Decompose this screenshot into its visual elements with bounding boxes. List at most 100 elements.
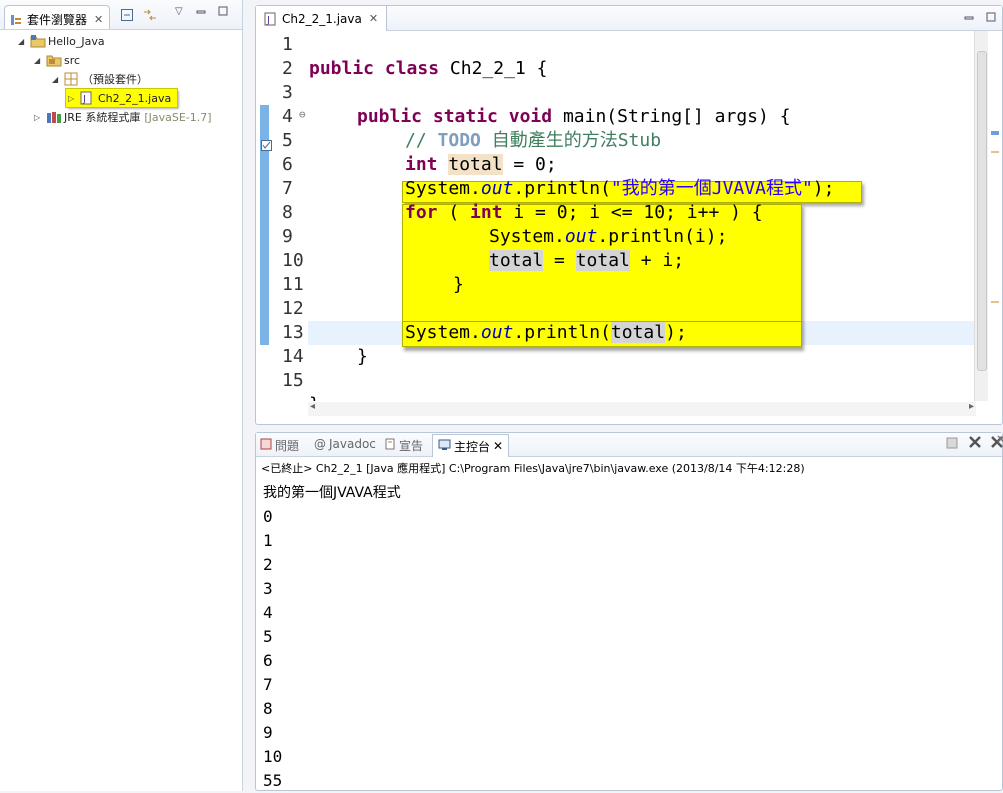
console-process-info: <已終止> Ch2_2_1 [Java 應用程式] C:\Program Fil… — [261, 462, 805, 475]
line-number: 10 — [282, 250, 304, 271]
console-line: 10 — [263, 747, 283, 766]
code-line-9: System.out.println(i); — [489, 226, 728, 247]
overview-marker[interactable] — [991, 151, 999, 153]
highlighted-file[interactable]: ▷ J Ch2_2_1.java — [64, 88, 179, 108]
java-file-label: Ch2_2_1.java — [98, 91, 172, 105]
tab-package-explorer-label: 套件瀏覽器 — [27, 13, 88, 27]
overview-marker[interactable] — [991, 131, 999, 135]
console-line: 2 — [263, 555, 273, 574]
tree-item-jre[interactable]: ▷ JRE 系統程式庫 [JavaSE-1.7] — [34, 108, 212, 126]
maximize-icon[interactable] — [986, 11, 996, 25]
code-line-8: for ( int i = 0; i <= 10; i++ ) { — [405, 202, 763, 223]
code-line-6: int total = 0; — [405, 154, 557, 175]
overview-marker[interactable] — [991, 301, 999, 303]
source-folder-icon — [46, 53, 62, 67]
tab-javadoc-label: Javadoc — [329, 437, 376, 451]
console-icon — [438, 439, 451, 454]
line-number: 9 — [282, 226, 293, 247]
line-number: 1 — [282, 34, 293, 55]
close-icon[interactable]: ✕ — [94, 13, 103, 26]
view-menu-icon[interactable]: ▽ — [175, 6, 183, 17]
task-marker-icon[interactable] — [261, 135, 272, 156]
console-output[interactable]: 我的第一個JVAVA程式 0 1 2 3 4 5 6 7 8 9 10 55 — [263, 481, 401, 793]
remove-all-terminated-icon[interactable] — [990, 435, 1003, 453]
console-line: 0 — [263, 507, 273, 526]
tab-problems[interactable]: 問題 — [260, 437, 299, 454]
console-line: 55 — [263, 771, 283, 790]
code-line-4: public static void main(String[] args) { — [357, 106, 791, 127]
console-line: 1 — [263, 531, 273, 550]
jre-label: JRE 系統程式庫 — [64, 111, 141, 124]
line-number: 14 — [282, 346, 304, 367]
tab-console-label: 主控台 — [454, 439, 491, 454]
line-number: 3 — [282, 82, 293, 103]
overview-ruler[interactable] — [988, 31, 1002, 401]
console-line: 7 — [263, 675, 273, 694]
collapse-all-icon[interactable] — [120, 8, 134, 25]
line-number: 11 — [282, 274, 304, 295]
console-line: 5 — [263, 627, 273, 646]
editor-tabbar: J Ch2_2_1.java ✕ — [256, 6, 1002, 31]
editor-tab-label: Ch2_2_1.java — [282, 11, 362, 26]
code-area[interactable]: 1 2 3 4 5 6 7 8 9 10 11 12 13 14 15 ⊖ pu… — [256, 31, 976, 401]
line-number: 5 — [282, 130, 293, 151]
expanded-icon[interactable]: ◢ — [34, 56, 42, 65]
remove-launch-icon[interactable] — [968, 435, 982, 453]
declaration-icon — [384, 438, 396, 453]
project-name: Hello_Java — [48, 34, 105, 48]
java-file-icon: J — [264, 12, 278, 26]
code-line-12: System.out.println(total); — [405, 322, 687, 343]
maximize-icon[interactable] — [218, 5, 228, 19]
scroll-left-icon[interactable]: ◂ — [310, 401, 315, 412]
tab-java-file[interactable]: J Ch2_2_1.java ✕ — [256, 6, 388, 31]
console-line: 3 — [263, 579, 273, 598]
tree-item-src[interactable]: ◢ src — [34, 51, 80, 69]
link-with-editor-icon[interactable] — [142, 8, 158, 25]
console-line: 我的第一個JVAVA程式 — [263, 485, 401, 501]
tab-declaration-label: 宣告 — [399, 439, 424, 453]
tree-item-default-package[interactable]: ◢ （預設套件） — [52, 70, 148, 88]
tab-problems-label: 問題 — [275, 439, 300, 453]
line-number: 7 — [282, 178, 293, 199]
horizontal-scrollbar[interactable]: ◂ ▸ — [308, 401, 976, 416]
jre-version: [JavaSE-1.7] — [144, 110, 212, 124]
console-view: 問題 @ Javadoc 宣告 主控台 ✕ <已終止> Ch2_2_1 [Jav… — [255, 432, 1003, 791]
problems-icon — [260, 438, 272, 453]
tab-package-explorer[interactable]: 套件瀏覽器 ✕ — [4, 5, 111, 29]
terminate-icon[interactable] — [946, 437, 958, 453]
fold-collapse-icon[interactable]: ⊖ — [299, 108, 306, 121]
minimize-icon[interactable] — [964, 11, 974, 25]
console-line: 4 — [263, 603, 273, 622]
minimize-icon[interactable] — [196, 5, 206, 19]
line-number: 15 — [282, 370, 304, 391]
package-icon — [64, 72, 78, 86]
collapsed-icon[interactable]: ▷ — [68, 94, 76, 103]
close-icon[interactable]: ✕ — [369, 12, 378, 25]
java-file-icon: J — [80, 91, 94, 105]
code-line-5-comment: // TODO 自動產生的方法Stub — [405, 130, 662, 151]
console-line: 8 — [263, 699, 273, 718]
scrollbar-thumb[interactable] — [977, 51, 987, 371]
tab-console[interactable]: 主控台 ✕ — [432, 434, 510, 457]
default-package-label: （預設套件） — [82, 73, 148, 86]
collapsed-icon[interactable]: ▷ — [34, 113, 42, 122]
expanded-icon[interactable]: ◢ — [52, 75, 60, 84]
project-folder-icon — [30, 34, 46, 48]
svg-text:J: J — [82, 94, 86, 105]
tab-javadoc[interactable]: @ Javadoc — [314, 437, 376, 451]
line-number: 6 — [282, 154, 293, 175]
line-number: 12 — [282, 298, 304, 319]
console-line: 9 — [263, 723, 273, 742]
console-tabbar: 問題 @ Javadoc 宣告 主控台 ✕ — [256, 433, 1003, 457]
library-icon — [46, 110, 61, 124]
code-line-13: } — [357, 346, 368, 367]
vertical-scrollbar[interactable] — [974, 31, 988, 401]
tree-item-project[interactable]: ◢ Hello_Java — [18, 32, 105, 50]
console-line: 6 — [263, 651, 273, 670]
expanded-icon[interactable]: ◢ — [18, 37, 26, 46]
close-icon[interactable]: ✕ — [493, 439, 503, 453]
tree-item-java-file[interactable]: ▷ J Ch2_2_1.java — [64, 88, 179, 108]
tab-declaration[interactable]: 宣告 — [384, 437, 423, 454]
scroll-right-icon[interactable]: ▸ — [969, 401, 974, 412]
code-line-11: } — [453, 274, 464, 295]
